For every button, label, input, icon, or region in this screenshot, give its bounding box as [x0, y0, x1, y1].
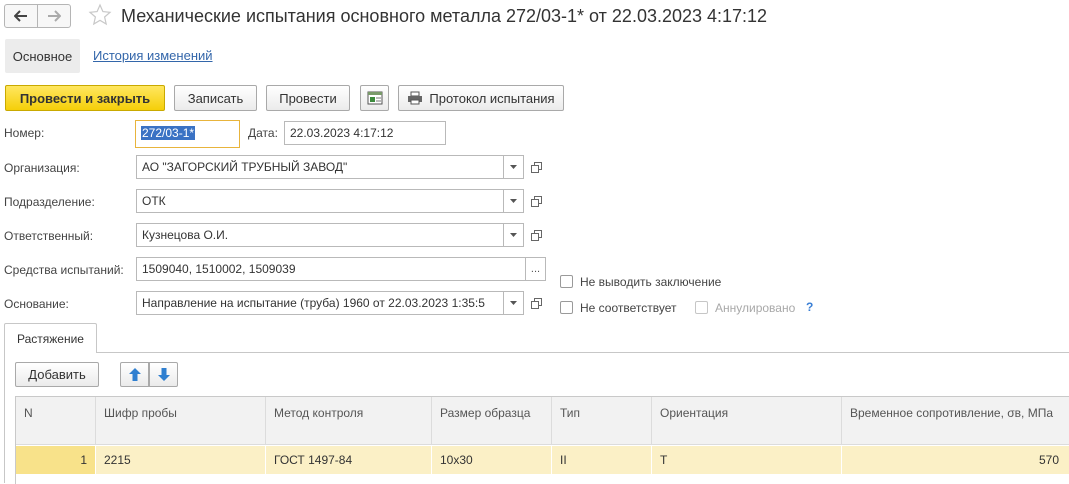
table-cell[interactable]: 570 — [842, 446, 1069, 474]
chevron-down-icon — [510, 199, 517, 203]
test-means-label: Средства испытаний: — [4, 263, 124, 277]
no-conclusion-label: Не выводить заключение — [580, 275, 722, 289]
table-cell[interactable]: 1 — [16, 446, 96, 474]
department-open-button[interactable] — [526, 189, 546, 213]
basis-label: Основание: — [4, 297, 69, 311]
forward-button[interactable] — [37, 4, 71, 28]
add-row-button[interactable]: Добавить — [15, 362, 99, 387]
number-input[interactable]: 272/03-1* — [135, 120, 240, 148]
arrow-up-icon — [128, 368, 141, 381]
table-cell[interactable]: 10x30 — [432, 446, 552, 474]
chevron-down-icon — [510, 301, 517, 305]
column-header-control-method[interactable]: Метод контроля — [266, 397, 432, 445]
column-header-n[interactable]: N — [16, 397, 96, 445]
help-icon[interactable]: ? — [806, 300, 813, 314]
chevron-down-icon — [510, 165, 517, 169]
chevron-down-icon — [510, 233, 517, 237]
open-window-icon — [530, 229, 542, 241]
column-header-type[interactable]: Тип — [552, 397, 652, 445]
organization-input[interactable]: АО "ЗАГОРСКИЙ ТРУБНЫЙ ЗАВОД" — [136, 155, 504, 179]
number-label: Номер: — [4, 126, 45, 140]
test-report-button[interactable]: Протокол испытания — [398, 85, 564, 111]
department-label: Подразделение: — [4, 195, 95, 209]
no-conclusion-checkbox[interactable] — [560, 275, 573, 288]
organization-dropdown[interactable] — [504, 155, 524, 179]
number-value: 272/03-1* — [141, 126, 196, 140]
move-up-button[interactable] — [120, 362, 149, 387]
arrow-right-icon — [48, 10, 61, 22]
responsible-open-button[interactable] — [526, 223, 546, 247]
favorite-star-icon[interactable] — [88, 3, 112, 30]
date-input[interactable]: 22.03.2023 4:17:12 — [284, 121, 446, 145]
not-compliant-checkbox[interactable] — [560, 301, 573, 314]
post-and-close-button[interactable]: Провести и закрыть — [5, 85, 165, 111]
organization-open-button[interactable] — [526, 155, 546, 179]
basis-dropdown[interactable] — [504, 291, 524, 315]
save-button[interactable]: Записать — [174, 85, 257, 111]
test-means-input[interactable]: 1509040, 1510002, 1509039 — [136, 257, 526, 281]
tab-divider — [97, 352, 1069, 353]
column-header-sample-code[interactable]: Шифр пробы — [96, 397, 266, 445]
cancelled-checkbox[interactable] — [695, 301, 708, 314]
table-cell[interactable]: 2215 — [96, 446, 266, 474]
test-means-select-button[interactable]: ... — [526, 257, 546, 281]
tab-stretch[interactable]: Растяжение — [4, 323, 97, 353]
column-header-tensile-strength[interactable]: Временное сопротивление, σв, МПа — [842, 397, 1069, 445]
not-compliant-label: Не соответствует — [580, 301, 677, 315]
printer-icon — [408, 91, 423, 105]
open-window-icon — [530, 195, 542, 207]
date-label: Дата: — [248, 126, 278, 140]
table-cell[interactable]: II — [552, 446, 652, 474]
post-button[interactable]: Провести — [266, 85, 350, 111]
move-down-button[interactable] — [149, 362, 178, 387]
cancelled-label: Аннулировано — [715, 301, 796, 315]
responsible-label: Ответственный: — [4, 229, 94, 243]
department-input[interactable]: ОТК — [136, 189, 504, 213]
column-header-orientation[interactable]: Ориентация — [652, 397, 842, 445]
basis-input[interactable]: Направление на испытание (труба) 1960 от… — [136, 291, 504, 315]
responsible-input[interactable]: Кузнецова О.И. — [136, 223, 504, 247]
tab-main[interactable]: Основное — [5, 39, 80, 73]
spreadsheet-icon — [367, 91, 382, 105]
open-window-icon — [530, 161, 542, 173]
test-report-label: Протокол испытания — [429, 90, 555, 106]
basis-open-button[interactable] — [526, 291, 546, 315]
arrow-down-icon — [157, 368, 170, 381]
tab-panel-border — [4, 352, 5, 483]
responsible-dropdown[interactable] — [504, 223, 524, 247]
table-cell[interactable]: T — [652, 446, 842, 474]
table-cell[interactable]: ГОСТ 1497-84 — [266, 446, 432, 474]
tension-table: N Шифр пробы Метод контроля Размер образ… — [15, 396, 1069, 484]
tab-history[interactable]: История изменений — [93, 48, 213, 63]
column-header-sample-size[interactable]: Размер образца — [432, 397, 552, 445]
organization-label: Организация: — [4, 161, 80, 175]
open-window-icon — [530, 297, 542, 309]
spreadsheet-button[interactable] — [360, 85, 389, 111]
arrow-left-icon — [14, 10, 27, 22]
window-title: Механические испытания основного металла… — [121, 6, 768, 26]
back-button[interactable] — [4, 4, 38, 28]
department-dropdown[interactable] — [504, 189, 524, 213]
